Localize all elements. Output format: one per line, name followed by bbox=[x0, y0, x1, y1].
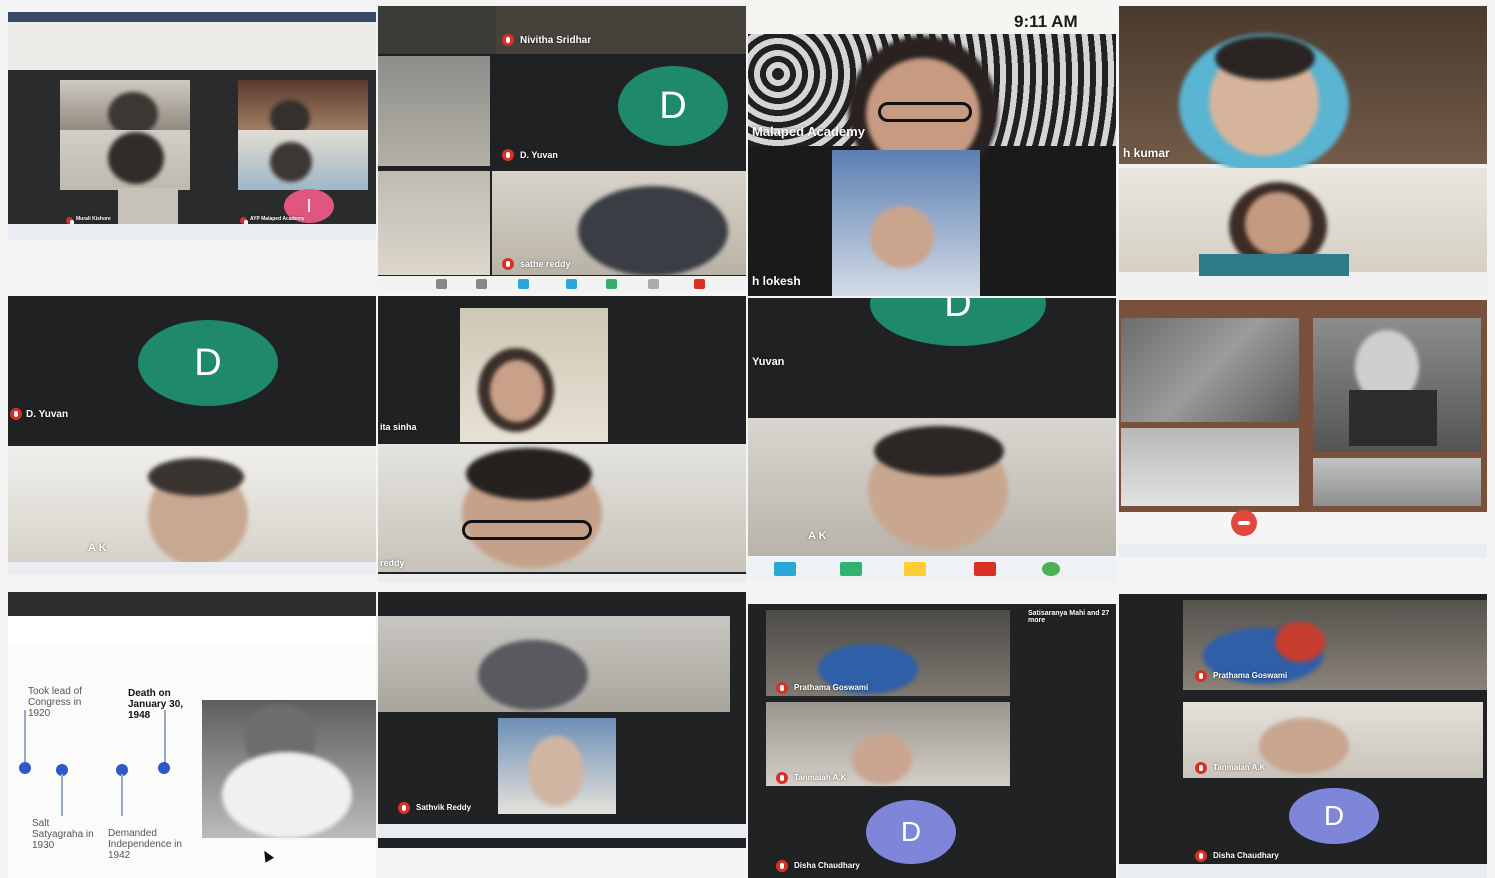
participant-name: Tanmaiah A.K bbox=[1213, 763, 1266, 772]
participant-name: Prathama Goswami bbox=[1213, 671, 1288, 680]
tile-6-two-participants: ita sinha reddy bbox=[378, 296, 746, 582]
participant-count: Satisaranya Mahi and 27 more bbox=[1028, 610, 1110, 624]
mic-off-icon bbox=[776, 682, 788, 694]
tile-2-meet-grid: Nivitha Sridhar D D. Yuvan sathe reddy bbox=[378, 6, 746, 292]
participant-name: h kumar bbox=[1123, 146, 1170, 160]
taskbar bbox=[378, 574, 746, 582]
tile-10-blurred-grid: Sathvik Reddy bbox=[378, 592, 746, 848]
mic-off-icon bbox=[398, 802, 410, 814]
timeline-connector bbox=[164, 710, 166, 770]
video-call-collage: I Murali Kishore AYP Malaped Academy Niv… bbox=[0, 0, 1495, 878]
participant-avatar: D bbox=[1289, 788, 1379, 844]
participant-name: reddy bbox=[380, 558, 405, 568]
mic-off-icon bbox=[1195, 850, 1207, 862]
mic-off-icon bbox=[502, 258, 514, 270]
participant-name: Disha Chaudhary bbox=[794, 861, 860, 870]
participant-name: A K bbox=[808, 530, 827, 542]
participant-name: D. Yuvan bbox=[520, 150, 558, 160]
participant-name: Tanmaiah A.K bbox=[794, 773, 847, 782]
timeline-event: Salt Satyagraha in 1930 bbox=[32, 818, 94, 851]
taskbar bbox=[8, 562, 376, 574]
taskbar bbox=[1119, 864, 1487, 878]
tile-4-student-teacher: h kumar bbox=[1119, 6, 1487, 296]
participant-avatar: D bbox=[138, 320, 278, 406]
taskbar bbox=[748, 556, 1116, 582]
participant-avatar: D bbox=[866, 800, 956, 864]
participant-name: D. Yuvan bbox=[26, 409, 69, 420]
mic-off-icon bbox=[502, 34, 514, 46]
end-call-icon[interactable] bbox=[1231, 510, 1257, 536]
participant-name: Malaped Academy bbox=[752, 124, 865, 139]
participant-name: Yuvan bbox=[752, 356, 785, 368]
participant-name: ita sinha bbox=[380, 422, 417, 432]
mic-off-icon bbox=[10, 408, 22, 420]
tile-11-meet-grid: Satisaranya Mahi and 27 more Prathama Go… bbox=[748, 604, 1116, 878]
participant-name: Prathama Goswami bbox=[794, 683, 869, 692]
tile-8-shared-photos bbox=[1119, 300, 1487, 564]
participant-name: Murali Kishore bbox=[76, 216, 111, 222]
timeline-event: Demanded Independence in 1942 bbox=[108, 828, 182, 861]
tile-12-meet-grid: Prathama Goswami Tanmaiah A.K D Disha Ch… bbox=[1119, 594, 1487, 878]
participant-name: sathe reddy bbox=[520, 259, 571, 269]
status-bar-time: 9:11 AM bbox=[1014, 12, 1078, 31]
participant-name: A K bbox=[88, 542, 107, 554]
mic-off-icon bbox=[1195, 670, 1207, 682]
timeline-connector bbox=[61, 774, 63, 816]
mic-off-icon bbox=[502, 149, 514, 161]
participant-name: Nivitha Sridhar bbox=[520, 35, 592, 46]
participant-name: AYP Malaped Academy bbox=[250, 216, 305, 222]
participant-avatar: D bbox=[618, 66, 728, 146]
timeline-connector bbox=[24, 710, 26, 770]
timeline-event: Took lead of Congress in 1920 bbox=[28, 686, 82, 719]
timeline-connector bbox=[121, 774, 123, 816]
taskbar bbox=[1119, 544, 1487, 558]
mic-off-icon bbox=[66, 217, 74, 226]
mic-off-icon bbox=[776, 860, 788, 872]
mic-off-icon bbox=[240, 217, 248, 226]
tile-3-phone-view: 9:11 AM Malaped Academy h lokesh bbox=[748, 6, 1116, 296]
taskbar bbox=[378, 276, 746, 292]
mic-off-icon bbox=[776, 772, 788, 784]
participant-avatar: D bbox=[870, 298, 1046, 346]
mic-off-icon bbox=[1195, 762, 1207, 774]
tile-1-laptop-grid: I Murali Kishore AYP Malaped Academy bbox=[8, 12, 376, 240]
timeline-dot bbox=[19, 762, 31, 774]
tile-5-avatar-view: D D. Yuvan A K bbox=[8, 296, 376, 574]
taskbar bbox=[378, 824, 746, 838]
participant-name: Disha Chaudhary bbox=[1213, 851, 1279, 860]
participant-name: Sathvik Reddy bbox=[416, 803, 472, 812]
timeline-dot bbox=[158, 762, 170, 774]
tile-7-avatar-and-student: D Yuvan A K bbox=[748, 298, 1116, 582]
taskbar bbox=[8, 224, 376, 240]
participant-name: h lokesh bbox=[752, 274, 801, 288]
tile-9-timeline-slide: Took lead of Congress in 1920 Death on J… bbox=[8, 592, 376, 878]
